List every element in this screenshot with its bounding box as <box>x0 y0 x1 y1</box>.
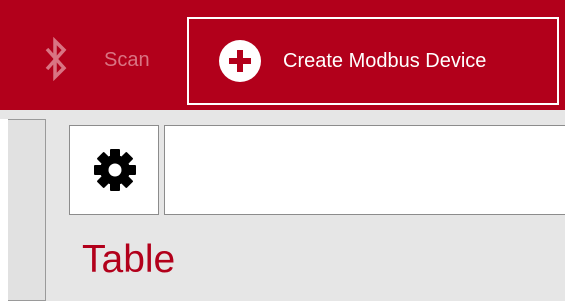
settings-button[interactable] <box>69 125 159 215</box>
toolbar: Scan Create Modbus Device <box>0 0 565 110</box>
create-modbus-device-label: Create Modbus Device <box>283 50 487 72</box>
bluetooth-icon <box>45 37 67 81</box>
gear-icon <box>94 149 136 191</box>
scan-label: Scan <box>104 49 150 71</box>
create-modbus-device-button[interactable]: Create Modbus Device <box>187 17 559 105</box>
search-input[interactable] <box>164 125 565 215</box>
page-title: Table <box>82 238 176 281</box>
plus-circle-icon <box>219 40 261 82</box>
scan-button[interactable]: Scan <box>0 18 170 102</box>
main-content: Table <box>0 110 565 301</box>
side-panel-edge <box>0 119 8 301</box>
